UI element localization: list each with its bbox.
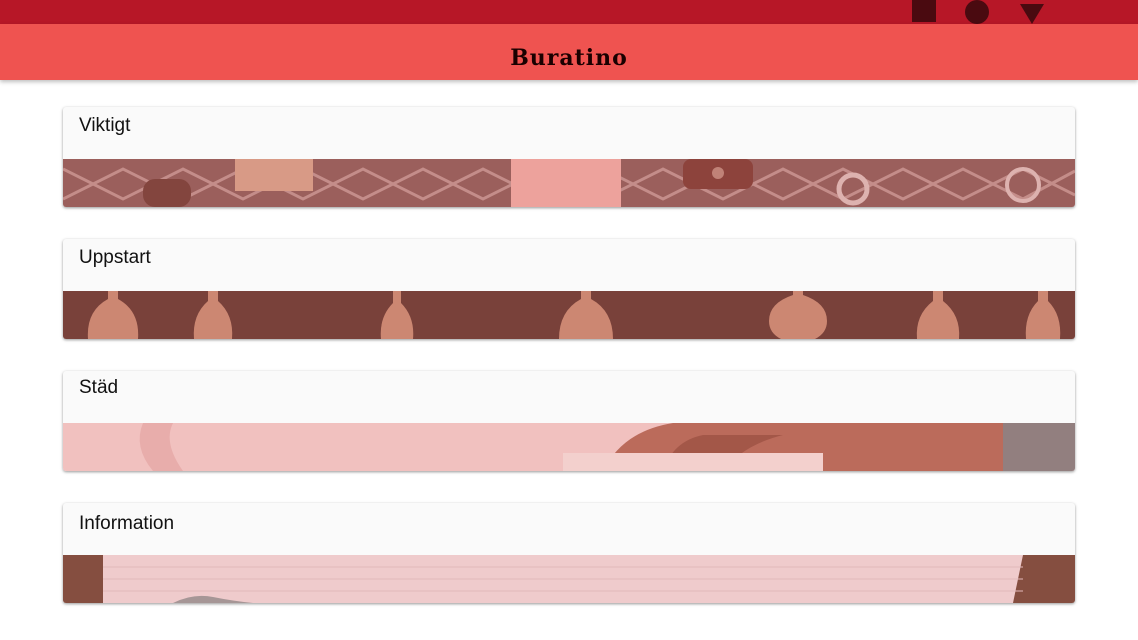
light-bulbs-photo [63,291,1075,339]
card-information[interactable]: Information [63,503,1075,603]
status-bar [0,0,1138,24]
card-title: Uppstart [79,247,151,268]
triangle-icon [1020,4,1044,24]
card-uppstart[interactable]: Uppstart [63,239,1075,339]
square-icon [912,0,936,22]
card-title: Information [79,513,175,534]
card-title: Städ [79,377,119,398]
cleaning-photo [63,423,1075,471]
notebook-photo [63,555,1075,603]
circle-icon [965,0,989,24]
app-bar: Buratino [0,24,1138,80]
card-stad[interactable]: Städ [63,371,1075,471]
card-title: Viktigt [79,115,131,136]
card-viktigt[interactable]: Viktigt [63,107,1075,207]
padlocks-photo [63,159,1075,207]
app-title: Buratino [510,45,628,71]
